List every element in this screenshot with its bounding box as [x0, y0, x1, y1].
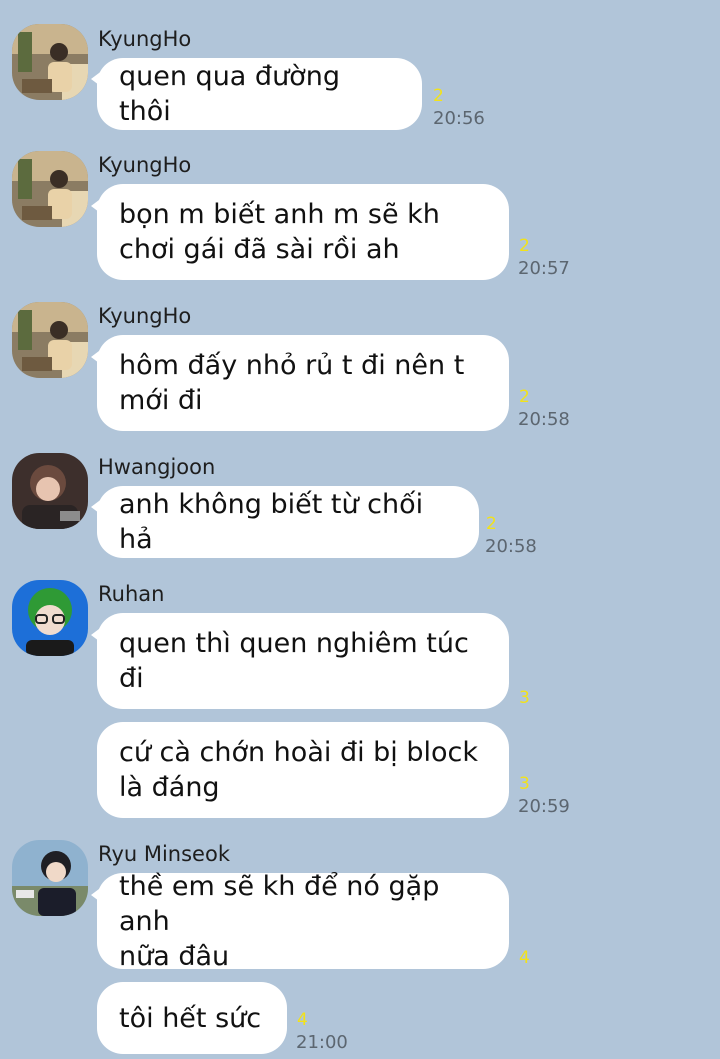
message-time: 21:00	[296, 1032, 348, 1053]
message-time: 20:58	[485, 536, 537, 557]
sender-name: KyungHo	[98, 304, 192, 328]
sender-name: KyungHo	[98, 153, 192, 177]
message-text: quen qua đường thôi	[119, 61, 340, 127]
ruhan-avatar-icon[interactable]	[12, 580, 88, 656]
message-bubble[interactable]: bọn m biết anh m sẽ kh chơi gái đã sài r…	[97, 184, 509, 280]
message-time: 20:58	[518, 409, 570, 430]
unread-count: 4	[519, 948, 530, 968]
message-text: tôi hết sức	[119, 1002, 262, 1034]
kyungho-avatar-icon[interactable]	[12, 302, 88, 378]
message-bubble[interactable]: thề em sẽ kh để nó gặp anh nữa đâu	[97, 871, 509, 972]
sender-name: Ruhan	[98, 582, 165, 606]
message-bubble[interactable]: cứ cà chớn hoài đi bị block là đáng	[97, 722, 509, 818]
kyungho-avatar-icon[interactable]	[12, 24, 88, 100]
kyungho-avatar-icon[interactable]	[12, 151, 88, 227]
message-time: 20:57	[518, 258, 570, 279]
message-bubble[interactable]: quen qua đường thôi	[97, 58, 422, 130]
minseok-avatar-icon[interactable]	[12, 840, 88, 916]
hwangjoon-avatar-icon[interactable]	[12, 453, 88, 529]
message-bubble[interactable]: tôi hết sức	[97, 982, 287, 1054]
unread-count: 3	[519, 688, 530, 708]
message-text: anh không biết từ chối hả	[119, 489, 424, 555]
message-bubble[interactable]: hôm đấy nhỏ rủ t đi nên t mới đi	[97, 335, 509, 431]
message-text: thề em sẽ kh để nó gặp anh nữa đâu	[119, 870, 440, 972]
message-time: 20:56	[433, 108, 485, 129]
message-time: 20:59	[518, 796, 570, 817]
sender-name: Ryu Minseok	[98, 842, 230, 866]
unread-count: 2	[486, 514, 497, 534]
unread-count: 4	[297, 1010, 308, 1030]
message-text: cứ cà chớn hoài đi bị block là đáng	[119, 737, 479, 803]
message-text: hôm đấy nhỏ rủ t đi nên t mới đi	[119, 350, 465, 416]
sender-name: Hwangjoon	[98, 455, 216, 479]
unread-count: 2	[519, 387, 530, 407]
message-text: bọn m biết anh m sẽ kh chơi gái đã sài r…	[119, 199, 440, 265]
unread-count: 2	[433, 86, 444, 106]
message-bubble[interactable]: anh không biết từ chối hả	[97, 486, 479, 558]
message-bubble[interactable]: quen thì quen nghiêm túc đi	[97, 613, 509, 709]
unread-count: 2	[519, 236, 530, 256]
message-text: quen thì quen nghiêm túc đi	[119, 628, 469, 694]
sender-name: KyungHo	[98, 27, 192, 51]
unread-count: 3	[519, 774, 530, 794]
